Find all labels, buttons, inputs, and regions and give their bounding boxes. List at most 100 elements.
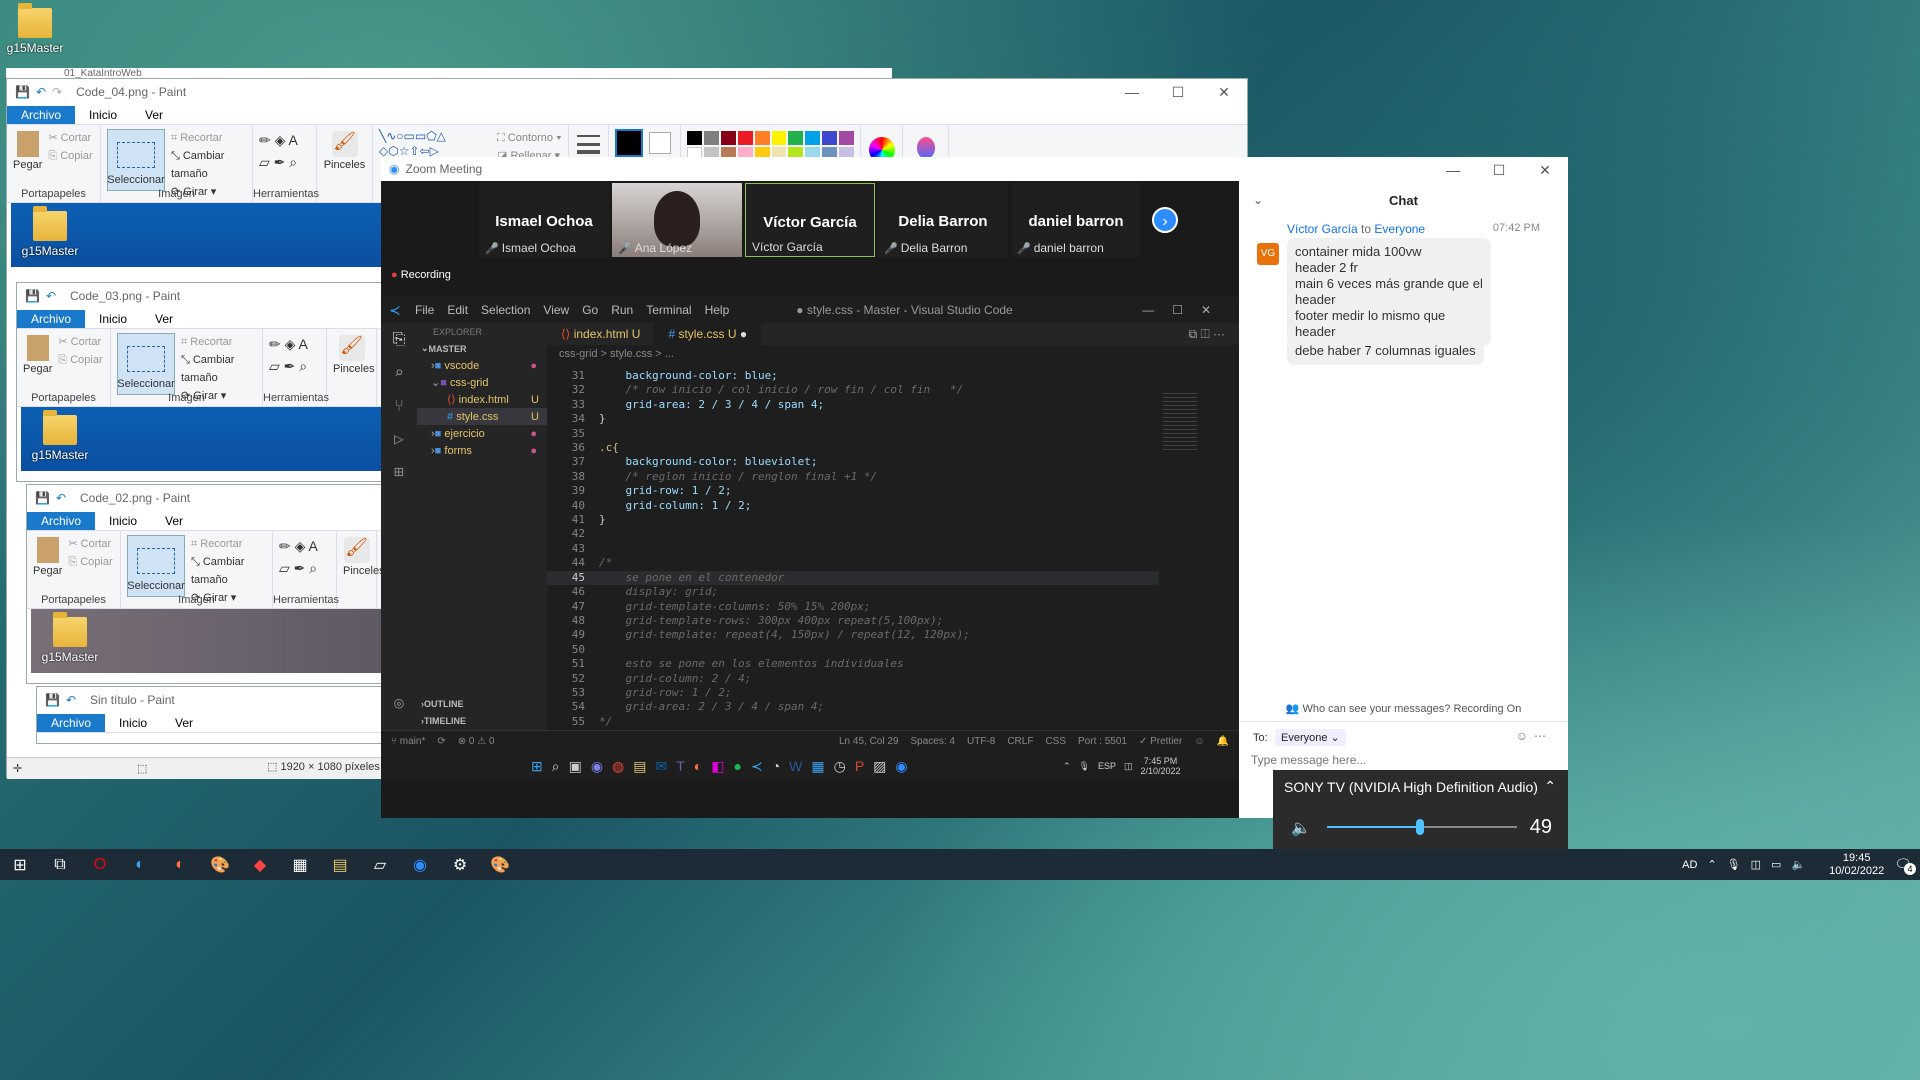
tab-file[interactable]: Archivo (7, 106, 76, 124)
paint-app-icon[interactable]: 🎨 (480, 849, 520, 880)
save-icon[interactable]: 💾 (15, 85, 30, 99)
source-control-icon[interactable]: ⑂ (381, 396, 417, 415)
live-server-port[interactable]: Port : 5501 (1078, 736, 1127, 747)
paste-button[interactable]: Pegar (13, 129, 42, 171)
speaker-icon[interactable]: 🔈 (1291, 818, 1311, 838)
code-line[interactable]: 49 grid-template: repeat(4, 150px) / rep… (547, 628, 1159, 642)
branch-indicator[interactable]: ⑂ main* (391, 736, 425, 747)
tree-item-index-html[interactable]: ⟨⟩ index.html U (417, 391, 547, 408)
tab-file[interactable]: Archivo (17, 310, 86, 328)
tree-item-ejercicio[interactable]: › ■ ejercicio ● (417, 425, 547, 442)
brushes-button[interactable]: 🖌 Pinceles (337, 531, 385, 608)
pencil-icon[interactable]: ✏ (259, 132, 271, 148)
canvas-image[interactable]: g15Master (31, 609, 381, 673)
undo-icon[interactable]: ↶ (56, 491, 66, 505)
resize-button[interactable]: ⤡ Cambiar tamaño (191, 553, 266, 589)
code-line[interactable]: 52 grid-column: 2 / 4; (547, 672, 1159, 686)
participant-tile-active[interactable]: Víctor García Víctor García (745, 183, 875, 257)
recipient-name[interactable]: Everyone (1374, 222, 1425, 236)
code-line[interactable]: 33 grid-area: 2 / 3 / 4 / span 4; (547, 398, 1159, 412)
copy-button[interactable]: ⎘ Copiar (48, 147, 92, 165)
tab-view[interactable]: Ver (151, 512, 197, 530)
menu-go[interactable]: Go (582, 303, 598, 317)
tab-file[interactable]: Archivo (37, 714, 106, 732)
select-button[interactable]: Seleccionar (107, 129, 165, 191)
menu-terminal[interactable]: Terminal (646, 303, 691, 317)
chevron-up-icon[interactable]: ⌃ (1544, 778, 1556, 795)
sender-name[interactable]: Víctor García (1287, 222, 1358, 236)
brushes-button[interactable]: 🖌 Pinceles (317, 125, 373, 202)
tab-home[interactable]: Inicio (85, 310, 141, 328)
canvas-image[interactable]: g15Master (11, 203, 383, 267)
encoding[interactable]: UTF-8 (967, 736, 995, 747)
save-icon[interactable]: 💾 (45, 693, 60, 707)
participant-tile[interactable]: daniel barron 🎤 daniel barron (1011, 183, 1141, 257)
code-line[interactable]: 41} (547, 513, 1159, 527)
resize-button[interactable]: ⤡ Cambiar tamaño (181, 351, 256, 387)
fill-icon[interactable]: ◈ (275, 132, 286, 148)
code-line[interactable]: 46 display: grid; (547, 585, 1159, 599)
resize-button[interactable]: ⤡ Cambiar tamaño (171, 147, 246, 183)
bell-icon[interactable]: 🔔 (1217, 736, 1229, 747)
file-explorer-icon[interactable]: ▤ (320, 849, 360, 880)
volume-icon[interactable]: 🔈 (1791, 858, 1805, 871)
next-page-arrow-icon[interactable]: › (1152, 207, 1178, 233)
sync-icon[interactable]: ⟳ (437, 736, 445, 747)
taskview-icon[interactable]: ⧉ (40, 849, 80, 880)
code-line[interactable]: 38 /* reglon inicio / renglon final +1 *… (547, 470, 1159, 484)
close-button[interactable]: ✕ (1522, 157, 1568, 183)
outline-section[interactable]: › OUTLINE (421, 695, 464, 712)
mic-icon[interactable]: 🎙 (1727, 858, 1741, 871)
run-debug-icon[interactable]: ▷ (381, 429, 417, 448)
tree-item-vscode[interactable]: › ■ vscode ● (417, 357, 547, 374)
line-ending[interactable]: CRLF (1007, 736, 1033, 747)
code-line[interactable]: 31 background-color: blue; (547, 369, 1159, 383)
notification-icon[interactable]: 🗨 4 (1894, 856, 1916, 875)
code-line[interactable]: 55 */ (547, 715, 1159, 729)
clock[interactable]: 19:45 10/02/2022 (1829, 852, 1884, 878)
select-button[interactable]: Seleccionar (117, 333, 175, 395)
code-line[interactable]: 53 grid-row: 1 / 2; (547, 686, 1159, 700)
maximize-button[interactable]: ☐ (1476, 157, 1522, 183)
vscode-window-controls[interactable]: —☐✕ (1142, 303, 1229, 317)
code-line[interactable]: 45 se pone en el contenedor (547, 570, 1159, 586)
save-icon[interactable]: 💾 (35, 491, 50, 505)
code-line[interactable]: 34} (547, 412, 1159, 426)
menu-edit[interactable]: Edit (447, 303, 468, 317)
code-line[interactable]: 36 .c{ (547, 441, 1159, 455)
color2-swatch[interactable] (649, 132, 671, 154)
outline-button[interactable]: ⛶ Contorno ▾ (497, 129, 561, 147)
minimap[interactable] (1163, 393, 1197, 453)
code-line[interactable]: 48 grid-template-rows: 300px 400px repea… (547, 614, 1159, 628)
undo-icon[interactable]: ↶ (36, 85, 46, 99)
problems-indicator[interactable]: ⊗ 0 ⚠ 0 (458, 736, 495, 747)
git-icon[interactable]: ◆ (240, 849, 280, 880)
cut-button[interactable]: ✂ Cortar (48, 129, 92, 147)
menu-view[interactable]: View (543, 303, 569, 317)
editor-actions[interactable]: ⧉ ◫ ⋯ (1175, 323, 1239, 345)
cursor-position[interactable]: Ln 45, Col 29 (839, 736, 899, 747)
more-icon[interactable]: ⋯ (1534, 729, 1546, 743)
paste-button[interactable]: Pegar (33, 535, 62, 577)
tab-index-html[interactable]: ⟨⟩ index.html U (547, 323, 654, 345)
audio-device[interactable]: SONY TV (NVIDIA High Definition Audio) (1284, 779, 1538, 795)
minimize-button[interactable]: — (1109, 79, 1155, 105)
text-icon[interactable]: A (289, 132, 298, 148)
participant-tile[interactable]: Ismael Ochoa 🎤 Ismael Ochoa (479, 183, 609, 257)
paste-button[interactable]: Pegar (23, 333, 52, 375)
select-button[interactable]: Seleccionar (127, 535, 185, 597)
paint-icon[interactable]: 🎨 (200, 849, 240, 880)
code-line[interactable]: 37 background-color: blueviolet; (547, 455, 1159, 469)
language-indicator[interactable]: AD (1682, 859, 1697, 871)
maximize-button[interactable]: ☐ (1155, 79, 1201, 105)
undo-icon[interactable]: ↶ (46, 289, 56, 303)
firefox-icon[interactable]: ◐ (160, 849, 200, 880)
recording-indicator[interactable]: ● Recording (391, 269, 451, 281)
code-line[interactable]: 51 esto se pone en los elementos individ… (547, 657, 1159, 671)
language-mode[interactable]: CSS (1045, 736, 1066, 747)
menu-selection[interactable]: Selection (481, 303, 530, 317)
timeline-section[interactable]: › TIMELINE (421, 712, 466, 729)
explorer-icon[interactable]: ⎘ (381, 329, 417, 349)
copy-button[interactable]: ⎘ Copiar (68, 553, 112, 571)
canvas-image[interactable]: g15Master (21, 407, 381, 471)
